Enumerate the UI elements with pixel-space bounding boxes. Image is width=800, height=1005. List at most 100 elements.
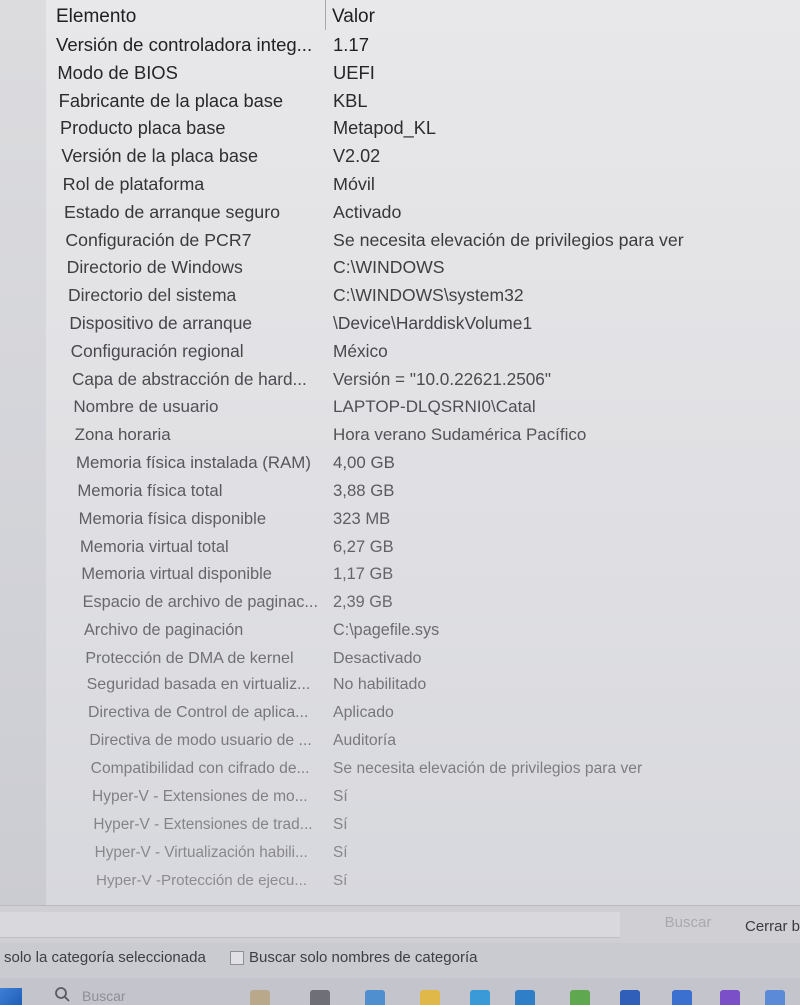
item-name: Memoria virtual disponible — [81, 564, 272, 583]
item-name: Versión de controladora integ... — [56, 34, 313, 55]
item-name: Protección de DMA de kernel — [85, 648, 294, 667]
item-value: 3,88 GB — [333, 480, 395, 500]
taskbar-app-icon[interactable] — [470, 990, 490, 1005]
taskbar-app-icon[interactable] — [720, 990, 740, 1005]
search-category-names-label[interactable]: Buscar solo nombres de categoría — [249, 949, 477, 966]
item-name: Hyper-V - Extensiones de mo... — [92, 788, 308, 806]
taskbar-app-icon[interactable] — [250, 990, 270, 1005]
item-name: Compatibilidad con cifrado de... — [90, 760, 310, 778]
item-name: Nombre de usuario — [73, 397, 219, 417]
item-value: LAPTOP-DLQSRNI0\Catal — [333, 397, 536, 417]
list-item[interactable]: Producto placa base Metapod_KL — [46, 118, 800, 144]
item-name: Versión de la placa base — [61, 145, 258, 166]
list-item[interactable]: Protección de DMA de kernel Desactivado — [46, 649, 800, 675]
search-category-names-checkbox[interactable] — [230, 951, 244, 965]
list-item[interactable]: Memoria virtual disponible 1,17 GB — [46, 565, 800, 591]
item-name: Directorio de Windows — [66, 257, 243, 278]
item-value: 323 MB — [333, 508, 391, 528]
item-name: Memoria física instalada (RAM) — [76, 453, 311, 472]
find-button[interactable]: Buscar — [648, 914, 728, 938]
taskbar-search-input[interactable]: Buscar — [82, 988, 126, 1004]
taskbar-app-icon[interactable] — [420, 990, 440, 1005]
list-item[interactable]: Versión de controladora integ... 1.17 — [46, 34, 800, 60]
taskbar-app-icon[interactable] — [515, 990, 535, 1005]
list-item[interactable]: Capa de abstracción de hard... Versión = … — [46, 369, 800, 395]
item-value: 1.17 — [333, 34, 370, 55]
item-name: Seguridad basada en virtualiz... — [86, 676, 311, 694]
list-item[interactable]: Configuración regional México — [46, 341, 800, 367]
list-item[interactable]: Hyper-V - Extensiones de trad... Sí — [46, 816, 800, 842]
list-item[interactable]: Memoria física instalada (RAM) 4,00 GB — [46, 453, 800, 479]
list-header: Elemento Valor — [46, 0, 800, 32]
item-name: Hyper-V - Virtualización habili... — [94, 844, 308, 862]
list-item[interactable]: Hyper-V - Extensiones de mo... Sí — [46, 788, 800, 814]
item-value: Sí — [333, 816, 348, 834]
list-item[interactable]: Directorio del sistema C:\WINDOWS\system3… — [46, 285, 800, 311]
system-info-list: Elemento Valor Versión de controladora i… — [46, 0, 800, 905]
item-name: Capa de abstracción de hard... — [72, 369, 307, 390]
selected-category-only-label[interactable]: solo la categoría seleccionada — [4, 949, 206, 966]
item-name: Memoria virtual total — [80, 536, 229, 556]
list-item[interactable]: Estado de arranque seguro Activado — [46, 202, 800, 228]
list-item[interactable]: Fabricante de la placa base KBL — [46, 90, 800, 116]
list-item[interactable]: Versión de la placa base V2.02 — [46, 146, 800, 172]
taskbar-app-icon[interactable] — [672, 990, 692, 1005]
list-item[interactable]: Dispositivo de arranque \Device\HarddiskV… — [46, 313, 800, 339]
item-value: Hora verano Sudamérica Pacífico — [333, 425, 587, 445]
list-item[interactable]: Rol de plataforma Móvil — [46, 174, 800, 200]
item-name: Hyper-V - Extensiones de trad... — [93, 816, 313, 834]
item-value: Sí — [333, 844, 348, 862]
search-icon[interactable] — [54, 986, 70, 1002]
item-value: Aplicado — [333, 704, 394, 722]
close-find-button[interactable]: Cerrar b — [745, 918, 800, 935]
item-value: C:\WINDOWS — [333, 257, 445, 278]
list-item[interactable]: Memoria física disponible 323 MB — [46, 509, 800, 535]
item-value: C:\WINDOWS\system32 — [333, 285, 524, 306]
item-name: Dispositivo de arranque — [69, 313, 253, 334]
item-value: 2,39 GB — [333, 592, 393, 611]
item-value: México — [333, 341, 388, 362]
column-divider[interactable] — [325, 0, 326, 30]
list-item[interactable]: Memoria física total 3,88 GB — [46, 481, 800, 507]
windows-start-icon[interactable] — [0, 988, 22, 1005]
taskbar-app-icon[interactable] — [365, 990, 385, 1005]
taskbar-app-icon[interactable] — [570, 990, 590, 1005]
list-item[interactable]: Zona horaria Hora verano Sudamérica Pacíf… — [46, 425, 800, 451]
list-item[interactable]: Espacio de archivo de paginac... 2,39 GB — [46, 593, 800, 619]
item-value: C:\pagefile.sys — [333, 620, 440, 639]
item-value: 6,27 GB — [333, 536, 394, 556]
item-value: V2.02 — [333, 145, 381, 166]
item-value: Auditoría — [333, 732, 397, 750]
item-value: Activado — [333, 201, 402, 222]
list-item[interactable]: Hyper-V - Virtualización habili... Sí — [46, 844, 800, 870]
list-item[interactable]: Compatibilidad con cifrado de... Se neces… — [46, 760, 800, 786]
list-item[interactable]: Modo de BIOS UEFI — [46, 62, 800, 88]
taskbar-app-icon[interactable] — [765, 990, 785, 1005]
item-value: Sí — [333, 872, 348, 889]
list-item[interactable]: Memoria virtual total 6,27 GB — [46, 537, 800, 563]
column-header-value[interactable]: Valor — [332, 6, 375, 28]
item-name: Memoria física disponible — [78, 508, 267, 528]
find-bar: Buscar Cerrar b — [0, 905, 800, 943]
find-input[interactable] — [0, 912, 620, 938]
list-item[interactable]: Archivo de paginación C:\pagefile.sys — [46, 621, 800, 647]
list-item[interactable]: Directiva de modo usuario de ... Auditorí… — [46, 732, 800, 758]
item-name: Espacio de archivo de paginac... — [82, 592, 318, 611]
item-name: Memoria física total — [77, 480, 223, 500]
list-item[interactable]: Nombre de usuario LAPTOP-DLQSRNI0\Catal — [46, 397, 800, 423]
list-item[interactable]: Configuración de PCR7 Se necesita elevaci… — [46, 230, 800, 256]
list-item[interactable]: Hyper-V -Protección de ejecu... Sí — [46, 872, 800, 898]
item-name: Configuración de PCR7 — [65, 229, 252, 250]
item-name: Configuración regional — [70, 341, 244, 362]
taskbar-app-icon[interactable] — [310, 990, 330, 1005]
item-name: Rol de plataforma — [62, 173, 205, 194]
item-name: Zona horaria — [74, 425, 171, 445]
column-header-item[interactable]: Elemento — [56, 6, 136, 28]
list-item[interactable]: Directorio de Windows C:\WINDOWS — [46, 257, 800, 283]
taskbar: Buscar — [0, 978, 800, 1005]
list-item[interactable]: Seguridad basada en virtualiz... No habil… — [46, 676, 800, 702]
list-item[interactable]: Directiva de Control de aplica... Aplicad… — [46, 704, 800, 730]
item-value: 1,17 GB — [333, 564, 394, 583]
taskbar-app-icon[interactable] — [620, 990, 640, 1005]
find-options: solo la categoría seleccionada Buscar so… — [0, 943, 800, 973]
